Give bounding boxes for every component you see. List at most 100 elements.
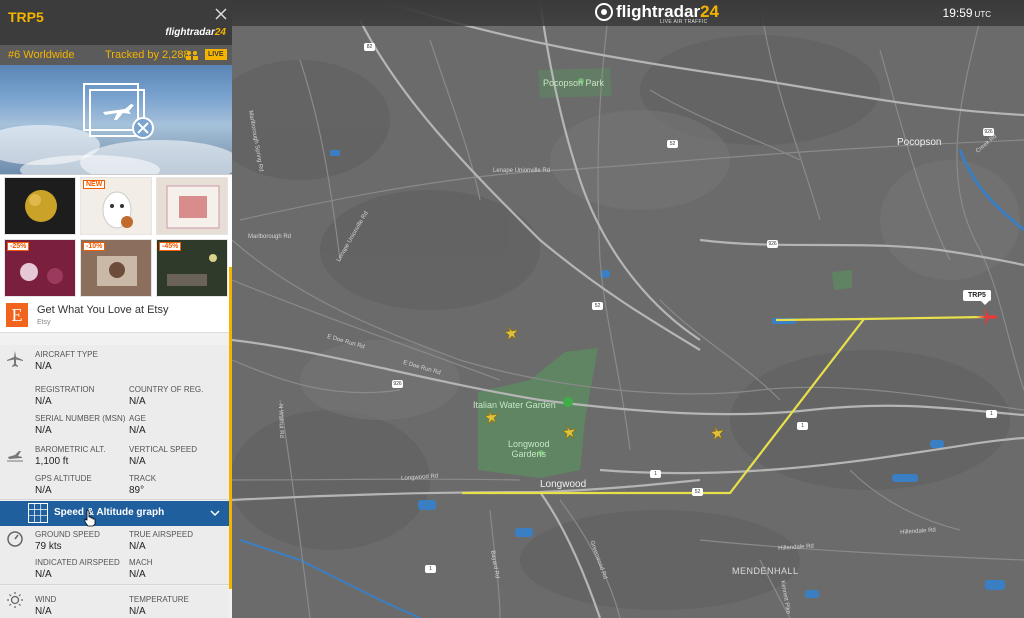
- quilt-image-icon: [166, 185, 220, 229]
- baro-alt-label: BAROMETRIC ALT.: [35, 445, 106, 454]
- wind-value: N/A: [35, 606, 52, 617]
- altitude-icon: [7, 451, 23, 462]
- panel-brand-number: 24: [214, 27, 226, 38]
- callsign: TRP5: [8, 9, 44, 25]
- age-label: AGE: [129, 414, 146, 423]
- no-photo-icon: [83, 83, 154, 139]
- ad-thumbnail[interactable]: NEW: [80, 177, 152, 235]
- temperature-label: TEMPERATURE: [129, 595, 189, 604]
- route-shield: 82: [364, 43, 375, 51]
- registration-label: REGISTRATION: [35, 385, 95, 394]
- track-label: TRACK: [129, 474, 157, 483]
- route-shield: 926: [983, 128, 994, 136]
- serial-label: SERIAL NUMBER (MSN): [35, 414, 126, 423]
- map-label-longwood-gardens: Longwood Gardens: [508, 439, 550, 459]
- rank-text: #6 Worldwide: [8, 49, 75, 61]
- route-shield: 1: [650, 470, 661, 478]
- baro-alt-value: 1,100 ft: [35, 456, 69, 467]
- indicated-airspeed-value: N/A: [35, 569, 52, 580]
- mach-value: N/A: [129, 569, 146, 580]
- wind-label: WIND: [35, 595, 57, 604]
- country-label: COUNTRY OF REG.: [129, 385, 204, 394]
- people-icon: [186, 51, 198, 60]
- true-airspeed-value: N/A: [129, 541, 146, 552]
- ad-thumbnail[interactable]: -45%: [156, 239, 228, 297]
- etsy-title: Get What You Love at Etsy: [37, 304, 169, 316]
- live-badge: LIVE: [205, 49, 227, 60]
- route-shield: 52: [692, 488, 703, 496]
- ad-thumbnail[interactable]: [4, 177, 76, 235]
- map-label-marlborough: Marlborough Rd: [248, 234, 292, 240]
- route-shield: 1: [986, 410, 997, 418]
- aircraft-photo[interactable]: [0, 65, 232, 175]
- etsy-logo: E: [6, 303, 28, 327]
- rooster-image-icon: [25, 190, 57, 222]
- aircraft-type-value: N/A: [35, 361, 52, 372]
- logo-tagline: LIVE AIR TRAFFIC: [660, 19, 708, 25]
- aircraft-type-label: AIRCRAFT TYPE: [35, 350, 98, 359]
- ad-thumbnail[interactable]: -25%: [4, 239, 76, 297]
- clock-time: 19:59: [942, 6, 973, 20]
- route-shield: 1: [425, 565, 436, 573]
- graph-grid-icon: [28, 503, 48, 523]
- ad-tag: NEW: [83, 180, 106, 189]
- panel-brand: flightradar24: [165, 27, 226, 38]
- serial-value: N/A: [35, 425, 52, 436]
- ad-grid[interactable]: NEW -25% -10% -45%: [0, 175, 232, 301]
- registration-value: N/A: [35, 396, 52, 407]
- gps-alt-label: GPS ALTITUDE: [35, 474, 92, 483]
- utc-clock: 19:59 UTC: [943, 6, 991, 20]
- route-shield: 1: [797, 422, 808, 430]
- ad-thumbnail[interactable]: [156, 177, 228, 235]
- temperature-value: N/A: [129, 606, 146, 617]
- country-value: N/A: [129, 396, 146, 407]
- flightradar-logo-icon: [595, 3, 613, 21]
- graph-bar-label: Speed & Altitude graph: [54, 507, 165, 518]
- vertical-speed-value: N/A: [129, 456, 146, 467]
- panel-brand-text: flightradar: [165, 27, 215, 38]
- route-shield: 926: [392, 380, 403, 388]
- age-value: N/A: [129, 425, 146, 436]
- speed-altitude-graph-toggle[interactable]: Speed & Altitude graph: [0, 501, 229, 526]
- true-airspeed-label: TRUE AIRSPEED: [129, 530, 194, 539]
- map-label-pocopson: Pocopson: [897, 137, 942, 148]
- etsy-ad[interactable]: E Get What You Love at Etsy Etsy: [0, 301, 232, 333]
- mach-label: MACH: [129, 558, 153, 567]
- panel-scrollbar[interactable]: [229, 267, 232, 589]
- flight-details: AIRCRAFT TYPE N/A REGISTRATION N/A COUNT…: [0, 345, 229, 618]
- aircraft-callout[interactable]: TRP5: [963, 290, 991, 305]
- ad-thumbnail[interactable]: -10%: [80, 239, 152, 297]
- weather-icon: [7, 592, 23, 608]
- map-label-n-walnut: N Walnut Rd: [277, 404, 285, 438]
- chevron-down-icon: [210, 510, 220, 517]
- map-label-mendenhall: MENDENHALL: [732, 566, 799, 576]
- panel-header: TRP5 flightradar24: [0, 0, 232, 45]
- map-label-italian-water-garden: Italian Water Garden: [473, 400, 556, 410]
- route-shield: 52: [592, 302, 603, 310]
- route-shield: 926: [767, 240, 778, 248]
- tracked-count: Tracked by 2,288: [105, 49, 190, 61]
- ad-tag: -45%: [159, 242, 182, 251]
- route-shield: 52: [667, 140, 678, 148]
- gps-alt-value: N/A: [35, 485, 52, 496]
- ground-speed-value: 79 kts: [35, 541, 62, 552]
- map-label-pocopson-park: Pocopson Park: [543, 78, 605, 88]
- aircraft-section: AIRCRAFT TYPE N/A REGISTRATION N/A COUNT…: [0, 345, 229, 500]
- indicated-airspeed-label: INDICATED AIRSPEED: [35, 558, 120, 567]
- ad-tag: -10%: [83, 242, 106, 251]
- weather-section: WIND N/A TEMPERATURE N/A: [0, 586, 229, 618]
- rank-bar: #6 Worldwide Tracked by 2,288 LIVE: [0, 45, 232, 65]
- map-label-longwood: Longwood: [540, 479, 587, 490]
- ground-speed-label: GROUND SPEED: [35, 530, 100, 539]
- clock-zone: UTC: [974, 10, 991, 19]
- speed-section: GROUND SPEED 79 kts TRUE AIRSPEED N/A IN…: [0, 526, 229, 585]
- map-label-lenape-unionville: Lenape Unionville Rd: [493, 168, 551, 174]
- close-icon[interactable]: [214, 7, 228, 21]
- etsy-source: Etsy: [37, 319, 51, 326]
- speedometer-icon: [7, 531, 23, 547]
- track-value: 89°: [129, 485, 145, 496]
- airplane-icon: [7, 351, 23, 367]
- hand-cursor-icon: [84, 509, 96, 527]
- aircraft-panel: TRP5 flightradar24 #6 Worldwide Tracked …: [0, 0, 232, 618]
- vertical-speed-label: VERTICAL SPEED: [129, 445, 198, 454]
